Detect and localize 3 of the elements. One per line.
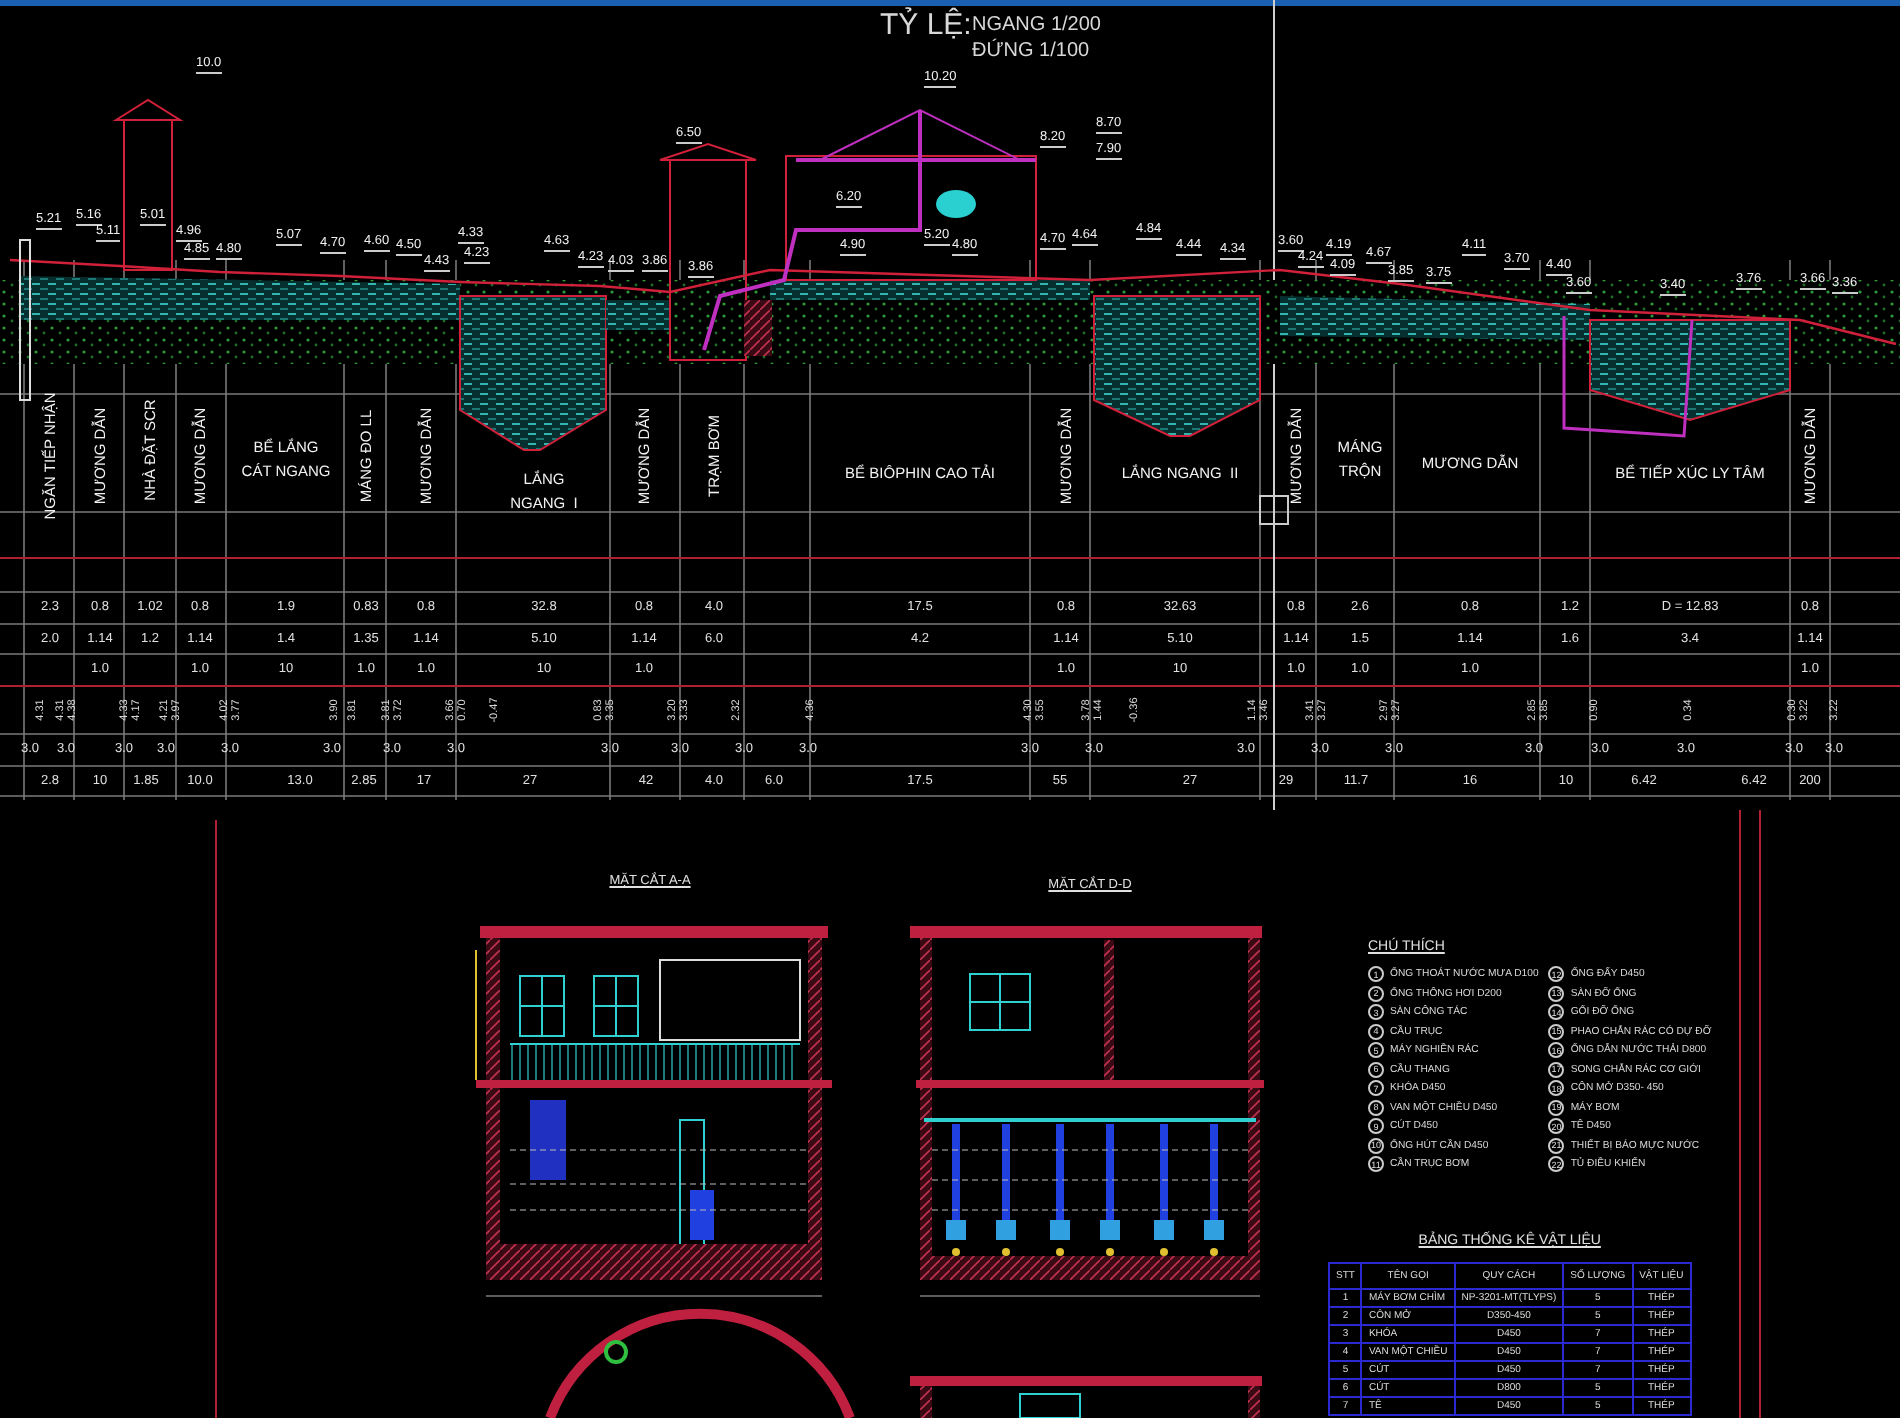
scale-vertical: ĐỨNG 1/100	[972, 42, 1090, 62]
scale-label: TỶ LỆ:	[880, 10, 972, 40]
scale-horizontal: NGANG 1/200	[972, 16, 1101, 36]
